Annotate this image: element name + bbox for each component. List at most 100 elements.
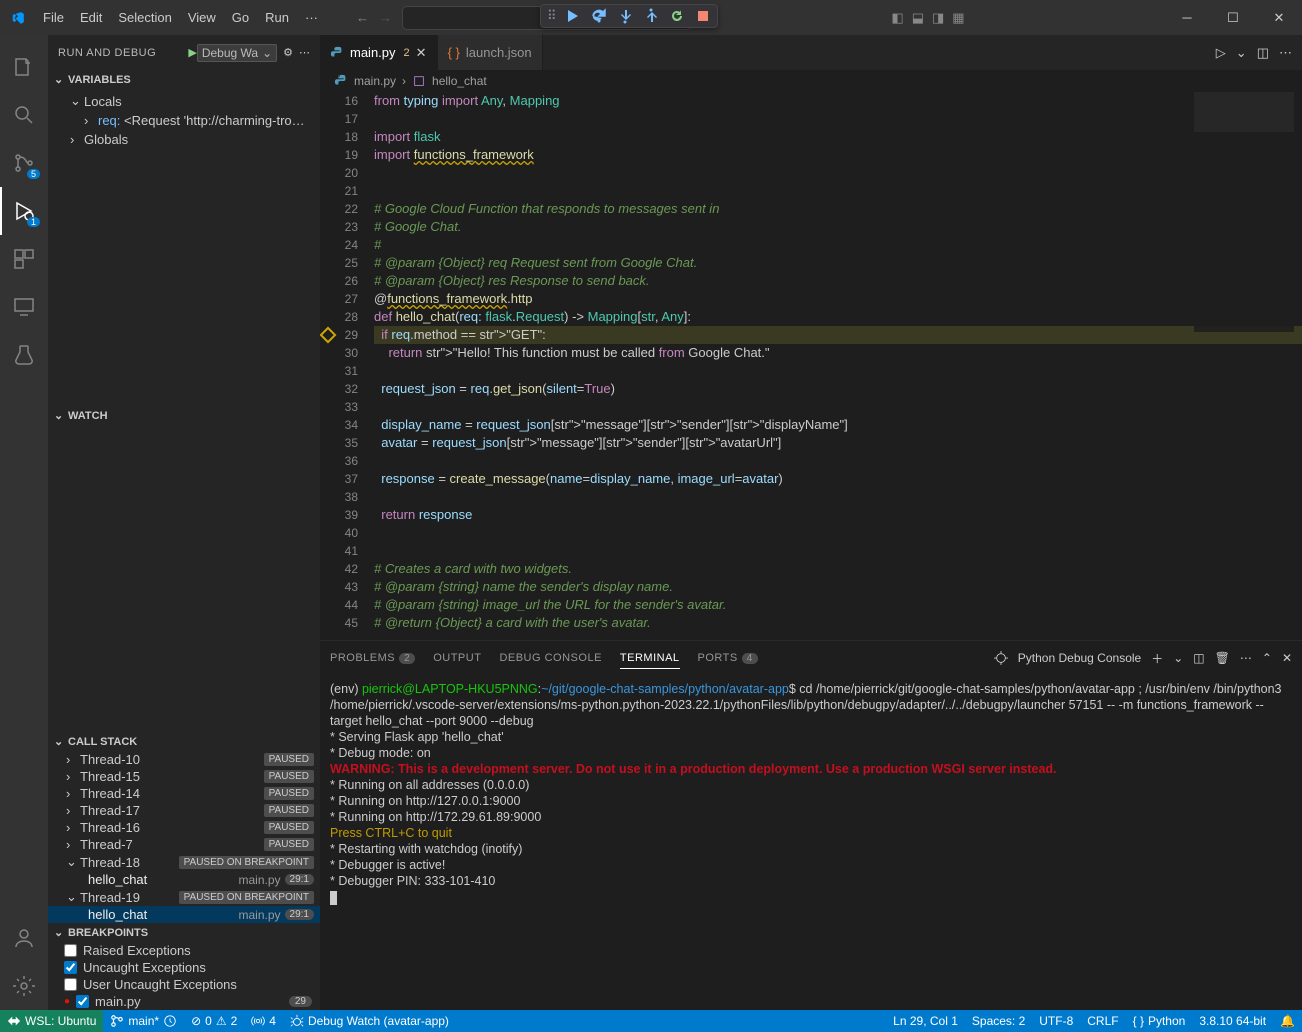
var-req[interactable]: ›req: <Request 'http://charming-tro… <box>48 111 320 130</box>
debug-stop-icon[interactable] <box>695 8 711 24</box>
code-line[interactable]: # Google Chat. <box>374 218 1302 236</box>
activity-search-icon[interactable] <box>0 91 48 139</box>
debug-step-over-icon[interactable] <box>591 8 607 24</box>
code-line[interactable]: # @param {Object} req Request sent from … <box>374 254 1302 272</box>
split-editor-icon[interactable]: ◫ <box>1257 45 1269 61</box>
code-line[interactable]: request_json = req.get_json(silent=True) <box>374 380 1302 398</box>
code-line[interactable]: # @param {string} name the sender's disp… <box>374 578 1302 596</box>
bp-exception-toggle[interactable]: User Uncaught Exceptions <box>48 976 320 993</box>
activity-scm-icon[interactable]: 5 <box>0 139 48 187</box>
activity-run-debug-icon[interactable]: 1 <box>0 187 48 235</box>
thread-row[interactable]: ›Thread-15PAUSED <box>48 768 320 785</box>
code-line[interactable]: def hello_chat(req: flask.Request) -> Ma… <box>374 308 1302 326</box>
code-line[interactable]: response = create_message(name=display_n… <box>374 470 1302 488</box>
code-line[interactable]: import flask <box>374 128 1302 146</box>
code-editor[interactable]: 1617181920212223242526272829303132333435… <box>320 92 1302 640</box>
activity-accounts-icon[interactable] <box>0 914 48 962</box>
panel-tab-problems[interactable]: PROBLEMS2 <box>330 648 415 668</box>
debug-toolbar[interactable]: ⠿ <box>540 4 718 28</box>
code-line[interactable]: # @param {string} image_url the URL for … <box>374 596 1302 614</box>
thread-row[interactable]: ⌄Thread-18PAUSED ON BREAKPOINT <box>48 853 320 871</box>
code-line[interactable]: # <box>374 236 1302 254</box>
menu-edit[interactable]: Edit <box>72 6 110 29</box>
thread-row[interactable]: ›Thread-17PAUSED <box>48 802 320 819</box>
nav-fwd-icon[interactable]: → <box>379 10 392 25</box>
layout-panel-bottom-icon[interactable]: ⬓ <box>912 10 924 26</box>
minimap[interactable] <box>1194 92 1294 332</box>
debug-restart-icon[interactable] <box>669 8 685 24</box>
tab-close-icon[interactable]: ✕ <box>416 45 427 61</box>
code-line[interactable] <box>374 398 1302 416</box>
bp-file[interactable]: ●main.py29 <box>48 993 320 1010</box>
menu-···[interactable]: ··· <box>297 6 326 29</box>
line-gutter[interactable]: 1617181920212223242526272829303132333435… <box>320 92 374 640</box>
code-line[interactable] <box>374 488 1302 506</box>
code-line[interactable]: if req.method == str">"GET": <box>374 326 1302 344</box>
menu-go[interactable]: Go <box>224 6 257 29</box>
status-problems[interactable]: ⊘0 ⚠2 <box>184 1010 244 1032</box>
panel-tab-ports[interactable]: PORTS4 <box>698 648 758 668</box>
code-line[interactable]: # Google Cloud Function that responds to… <box>374 200 1302 218</box>
code-line[interactable] <box>374 542 1302 560</box>
layout-panel-right-icon[interactable]: ◨ <box>932 10 944 26</box>
panel-tab-debug-console[interactable]: DEBUG CONSOLE <box>499 648 601 668</box>
debug-continue-icon[interactable] <box>565 8 581 24</box>
menu-file[interactable]: File <box>35 6 72 29</box>
status-ports[interactable]: 4 <box>244 1010 283 1032</box>
status-remote[interactable]: WSL: Ubuntu <box>0 1010 103 1032</box>
layout-customize-icon[interactable]: ▦ <box>952 10 964 26</box>
code-line[interactable]: # Creates a card with two widgets. <box>374 560 1302 578</box>
code-line[interactable]: @functions_framework.http <box>374 290 1302 308</box>
launch-config-select[interactable]: Debug Wa⌄ <box>197 44 277 62</box>
thread-row[interactable]: ›Thread-10PAUSED <box>48 751 320 768</box>
status-indent[interactable]: Spaces: 2 <box>965 1014 1032 1028</box>
terminal-split-icon[interactable]: ◫ <box>1193 651 1204 665</box>
status-eol[interactable]: CRLF <box>1080 1014 1125 1028</box>
status-encoding[interactable]: UTF-8 <box>1032 1014 1080 1028</box>
code-line[interactable]: # @param {Object} res Response to send b… <box>374 272 1302 290</box>
status-debug-session[interactable]: Debug Watch (avatar-app) <box>283 1010 456 1032</box>
code-line[interactable]: display_name = request_json[str">"messag… <box>374 416 1302 434</box>
section-watch[interactable]: ⌄WATCH <box>48 406 320 425</box>
code-line[interactable]: from typing import Any, Mapping <box>374 92 1302 110</box>
code-line[interactable] <box>374 110 1302 128</box>
section-breakpoints[interactable]: ⌄BREAKPOINTS <box>48 923 320 942</box>
window-close[interactable]: ✕ <box>1256 0 1302 35</box>
breadcrumb-symbol[interactable]: hello_chat <box>432 74 487 88</box>
tab-launch-json[interactable]: { }launch.json <box>438 35 543 70</box>
terminal-kill-icon[interactable]: 🗑 <box>1215 651 1230 665</box>
terminal-dropdown-icon[interactable]: ⌄ <box>1173 651 1183 665</box>
bp-exception-toggle[interactable]: Raised Exceptions <box>48 942 320 959</box>
activity-testing-icon[interactable] <box>0 331 48 379</box>
breadcrumb[interactable]: main.py› hello_chat <box>320 70 1302 92</box>
debug-configure-icon[interactable]: ⚙ <box>283 46 293 59</box>
code-line[interactable] <box>374 362 1302 380</box>
checkbox[interactable] <box>64 978 77 991</box>
thread-row[interactable]: ›Thread-16PAUSED <box>48 819 320 836</box>
status-python-env[interactable]: 3.8.10 64-bit <box>1192 1014 1273 1028</box>
code-line[interactable] <box>374 524 1302 542</box>
menu-view[interactable]: View <box>180 6 224 29</box>
tab-main-py[interactable]: main.py2✕ <box>320 35 438 70</box>
breadcrumb-file[interactable]: main.py <box>354 74 396 88</box>
nav-back-icon[interactable]: ← <box>356 10 369 25</box>
thread-row[interactable]: ›Thread-14PAUSED <box>48 785 320 802</box>
code-line[interactable]: avatar = request_json[str">"message"][st… <box>374 434 1302 452</box>
debug-step-into-icon[interactable] <box>617 8 633 24</box>
thread-row[interactable]: ›Thread-7PAUSED <box>48 836 320 853</box>
code-line[interactable]: return str">"Hello! This function must b… <box>374 344 1302 362</box>
thread-row[interactable]: ⌄Thread-19PAUSED ON BREAKPOINT <box>48 888 320 906</box>
tab-more-icon[interactable]: ⋯ <box>1279 45 1292 61</box>
panel-more-icon[interactable]: ⋯ <box>1240 651 1252 665</box>
debug-start-icon[interactable]: ▶ <box>188 46 196 59</box>
layout-panel-left-icon[interactable]: ◧ <box>891 10 903 26</box>
section-variables[interactable]: ⌄VARIABLES <box>48 70 320 89</box>
window-minimize[interactable]: ─ <box>1164 0 1210 35</box>
status-branch[interactable]: main* <box>103 1010 184 1032</box>
activity-extensions-icon[interactable] <box>0 235 48 283</box>
checkbox[interactable] <box>64 961 77 974</box>
section-callstack[interactable]: ⌄CALL STACK <box>48 732 320 751</box>
code-line[interactable] <box>374 452 1302 470</box>
code-line[interactable]: import functions_framework <box>374 146 1302 164</box>
sidebar-more-icon[interactable]: ⋯ <box>299 46 310 59</box>
